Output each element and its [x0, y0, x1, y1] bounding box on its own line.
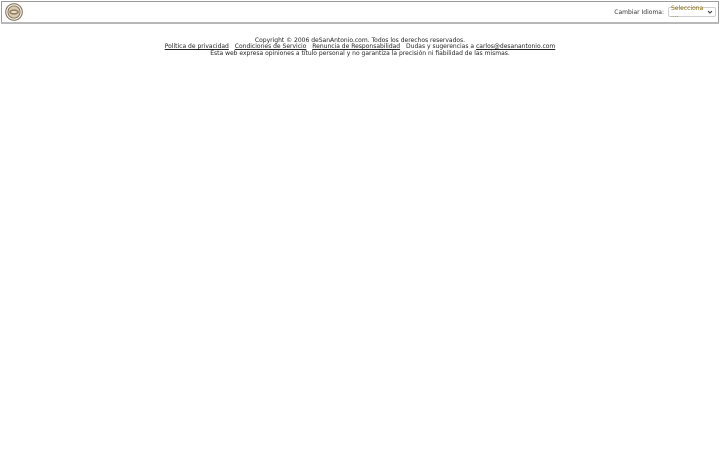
header-divider: [1, 22, 719, 24]
footer: Copyright © 2006 deSanAntonio.com. Todos…: [0, 37, 720, 57]
language-switcher: Cambiar Idioma: Selecciona ....: [614, 4, 716, 20]
language-select-value: Selecciona ....: [671, 5, 704, 19]
top-bar: Cambiar Idioma: Selecciona ....: [1, 1, 719, 23]
site-logo-icon[interactable]: [5, 3, 23, 21]
language-label: Cambiar Idioma:: [614, 8, 664, 16]
chevron-down-icon: [707, 9, 713, 15]
language-select[interactable]: Selecciona ....: [668, 5, 716, 19]
disclaimer-text: Esta web expresa opiniones a título pers…: [210, 49, 510, 57]
